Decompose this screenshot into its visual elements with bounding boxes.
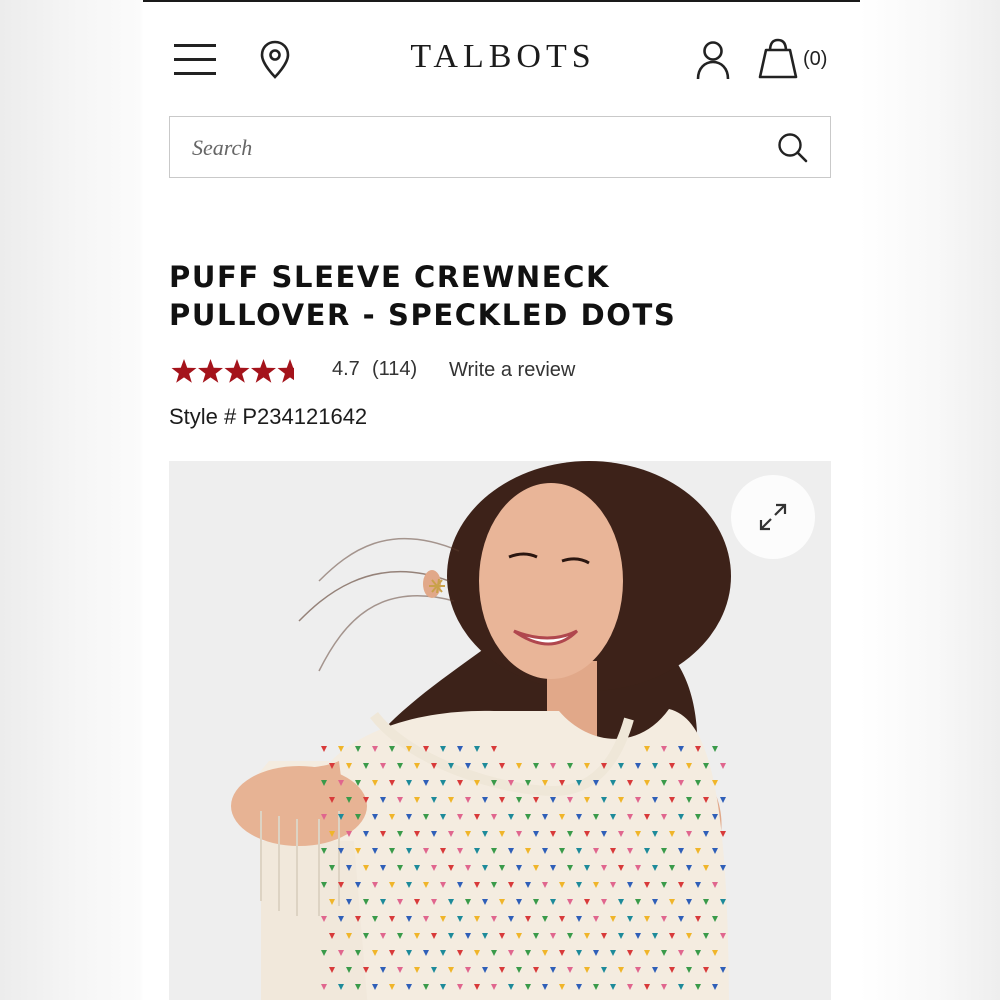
star-icon (277, 359, 294, 383)
product-title-line1: PUFF SLEEVE CREWNECK (169, 260, 611, 294)
search-input[interactable] (190, 129, 754, 167)
write-review-link[interactable]: Write a review (449, 359, 575, 382)
star-icon (251, 359, 276, 383)
expand-icon (759, 503, 787, 531)
product-title: PUFF SLEEVE CREWNECK PULLOVER - SPECKLED… (169, 258, 809, 334)
star-rating[interactable] (171, 356, 301, 384)
star-icon (224, 359, 250, 383)
rating-value: 4.7 (332, 358, 360, 380)
review-count[interactable]: (114) (372, 358, 417, 381)
background-right (860, 0, 1000, 1000)
shopping-bag-icon[interactable] (757, 38, 799, 80)
product-title-line2: PULLOVER - SPECKLED DOTS (169, 298, 677, 332)
star-icon (198, 359, 223, 383)
star-icon (171, 359, 197, 383)
product-image[interactable] (169, 461, 831, 1000)
search-bar[interactable] (169, 116, 831, 178)
brand-logo[interactable]: TALBOTS (393, 38, 613, 76)
account-icon[interactable] (695, 39, 731, 81)
mobile-page: TALBOTS (0) PUFF SLEEVE CREWNECK PULLOVE… (143, 0, 860, 1000)
location-pin-icon[interactable] (260, 40, 290, 80)
cart-count[interactable]: (0) (803, 48, 827, 71)
style-number: Style # P234121642 (169, 404, 368, 429)
search-icon[interactable] (776, 131, 810, 165)
model-photo (169, 461, 831, 1000)
expand-image-button[interactable] (731, 475, 815, 559)
menu-icon[interactable] (172, 42, 218, 78)
